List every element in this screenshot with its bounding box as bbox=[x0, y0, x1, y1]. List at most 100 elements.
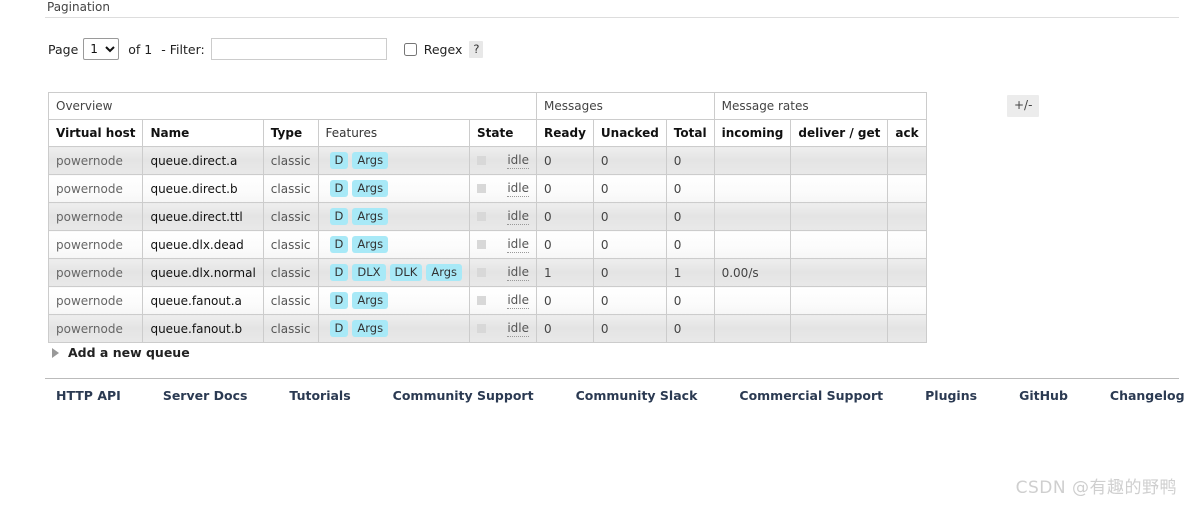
add-new-queue-toggle[interactable]: Add a new queue bbox=[52, 345, 190, 360]
pagination-divider bbox=[45, 17, 1179, 18]
cell-ack-rate bbox=[887, 258, 927, 287]
feature-badge-dlk[interactable]: DLK bbox=[389, 264, 423, 281]
queues-table-container: Overview Messages Message rates Virtual ho… bbox=[47, 92, 927, 343]
footer-link-server-docs[interactable]: Server Docs bbox=[163, 388, 248, 403]
cell-virtual-host: powernode bbox=[47, 230, 144, 259]
column-header-virtual-host[interactable]: Virtual host bbox=[47, 119, 144, 147]
cell-queue-name[interactable]: queue.direct.a bbox=[142, 146, 264, 175]
footer-link-plugins[interactable]: Plugins bbox=[925, 388, 977, 403]
cell-ack-rate bbox=[887, 174, 927, 203]
cell-total: 0 bbox=[665, 174, 715, 203]
cell-queue-type: classic bbox=[262, 174, 319, 203]
queue-name-link[interactable]: queue.direct.a bbox=[150, 154, 237, 168]
cell-queue-name[interactable]: queue.fanout.a bbox=[142, 286, 264, 315]
queues-table-head: Overview Messages Message rates Virtual ho… bbox=[47, 92, 927, 147]
page-select[interactable]: 1 bbox=[83, 38, 120, 60]
feature-badge-d[interactable]: D bbox=[329, 208, 349, 225]
state-indicator-icon bbox=[477, 324, 487, 333]
feature-badge-args[interactable]: Args bbox=[352, 320, 389, 337]
queue-name-link[interactable]: queue.fanout.b bbox=[150, 322, 242, 336]
feature-badge-args[interactable]: Args bbox=[352, 236, 389, 253]
column-header-ready[interactable]: Ready bbox=[536, 119, 594, 147]
column-header-name[interactable]: Name bbox=[142, 119, 264, 147]
column-header-unacked[interactable]: Unacked bbox=[592, 119, 667, 147]
cell-queue-name[interactable]: queue.dlx.dead bbox=[142, 230, 264, 259]
queues-table-body: powernode queue.direct.a classic D Args idle 0… bbox=[47, 146, 927, 343]
status-badge: idle bbox=[507, 265, 530, 281]
cell-deliver-get-rate bbox=[790, 174, 889, 203]
footer-link-community-support[interactable]: Community Support bbox=[393, 388, 534, 403]
feature-badge-d[interactable]: D bbox=[329, 152, 349, 169]
cell-unacked: 0 bbox=[592, 146, 667, 175]
column-header-state[interactable]: State bbox=[469, 119, 538, 147]
cell-total: 0 bbox=[665, 202, 715, 231]
cell-state: idle bbox=[469, 286, 538, 315]
cell-queue-name[interactable]: queue.direct.b bbox=[142, 174, 264, 203]
feature-badge-args[interactable]: Args bbox=[426, 264, 463, 281]
table-row: powernode queue.dlx.dead classic D Args idle 0… bbox=[47, 230, 927, 259]
column-header-deliver-get[interactable]: deliver / get bbox=[790, 119, 889, 147]
feature-badge-args[interactable]: Args bbox=[352, 152, 389, 169]
column-header-ack[interactable]: ack bbox=[887, 119, 927, 147]
column-header-features[interactable]: Features bbox=[317, 119, 471, 147]
cell-ack-rate bbox=[887, 230, 927, 259]
cell-total: 0 bbox=[665, 146, 715, 175]
cell-incoming-rate bbox=[713, 174, 792, 203]
footer-link-http-api[interactable]: HTTP API bbox=[56, 388, 121, 403]
feature-badge-args[interactable]: Args bbox=[352, 180, 389, 197]
feature-badge-d[interactable]: D bbox=[329, 320, 349, 337]
cell-ready: 0 bbox=[536, 230, 594, 259]
cell-queue-name[interactable]: queue.direct.ttl bbox=[142, 202, 264, 231]
cell-unacked: 0 bbox=[592, 174, 667, 203]
queue-name-link[interactable]: queue.direct.b bbox=[150, 182, 237, 196]
queue-name-link[interactable]: queue.dlx.dead bbox=[150, 238, 243, 252]
queue-name-link[interactable]: queue.dlx.normal bbox=[150, 266, 255, 280]
queues-table: Overview Messages Message rates Virtual ho… bbox=[47, 92, 927, 343]
cell-features: D Args bbox=[317, 230, 471, 259]
column-header-total[interactable]: Total bbox=[665, 119, 715, 147]
cell-ack-rate bbox=[887, 202, 927, 231]
filter-input[interactable] bbox=[210, 38, 387, 60]
queue-name-link[interactable]: queue.fanout.a bbox=[150, 294, 241, 308]
cell-incoming-rate: 0.00/s bbox=[713, 258, 792, 287]
footer-link-github[interactable]: GitHub bbox=[1019, 388, 1068, 403]
cell-state: idle bbox=[469, 146, 538, 175]
footer-link-changelog[interactable]: Changelog bbox=[1110, 388, 1185, 403]
cell-virtual-host: powernode bbox=[47, 258, 144, 287]
cell-deliver-get-rate bbox=[790, 258, 889, 287]
status-badge: idle bbox=[507, 181, 530, 197]
footer-link-community-slack[interactable]: Community Slack bbox=[576, 388, 698, 403]
cell-incoming-rate bbox=[713, 286, 792, 315]
cell-incoming-rate bbox=[713, 146, 792, 175]
regex-help-icon[interactable]: ? bbox=[469, 40, 484, 58]
cell-queue-name[interactable]: queue.dlx.normal bbox=[142, 258, 264, 287]
column-header-type[interactable]: Type bbox=[262, 119, 319, 147]
column-toggle-button[interactable]: +/- bbox=[1007, 95, 1040, 117]
cell-queue-name[interactable]: queue.fanout.b bbox=[142, 314, 264, 343]
state-indicator-icon bbox=[477, 296, 487, 305]
feature-badge-args[interactable]: Args bbox=[352, 208, 389, 225]
footer-link-tutorials[interactable]: Tutorials bbox=[289, 388, 350, 403]
group-header-overview: Overview bbox=[47, 92, 538, 120]
queue-name-link[interactable]: queue.direct.ttl bbox=[150, 210, 242, 224]
cell-state: idle bbox=[469, 174, 538, 203]
column-header-incoming[interactable]: incoming bbox=[713, 119, 792, 147]
cell-virtual-host: powernode bbox=[47, 202, 144, 231]
feature-badge-d[interactable]: D bbox=[329, 180, 349, 197]
cell-unacked: 0 bbox=[592, 286, 667, 315]
cell-virtual-host: powernode bbox=[47, 314, 144, 343]
feature-badge-dlx[interactable]: DLX bbox=[352, 264, 386, 281]
cell-incoming-rate bbox=[713, 230, 792, 259]
feature-badge-args[interactable]: Args bbox=[352, 292, 389, 309]
cell-total: 0 bbox=[665, 286, 715, 315]
feature-badge-d[interactable]: D bbox=[329, 236, 349, 253]
triangle-right-icon bbox=[52, 347, 59, 358]
feature-badge-d[interactable]: D bbox=[329, 292, 349, 309]
regex-checkbox[interactable] bbox=[403, 42, 417, 56]
cell-state: idle bbox=[469, 202, 538, 231]
regex-control: Regex ? bbox=[403, 40, 484, 58]
footer-link-commercial-support[interactable]: Commercial Support bbox=[739, 388, 883, 403]
feature-badge-d[interactable]: D bbox=[329, 264, 349, 281]
cell-features: D Args bbox=[317, 146, 471, 175]
group-header-row: Overview Messages Message rates bbox=[47, 92, 927, 120]
